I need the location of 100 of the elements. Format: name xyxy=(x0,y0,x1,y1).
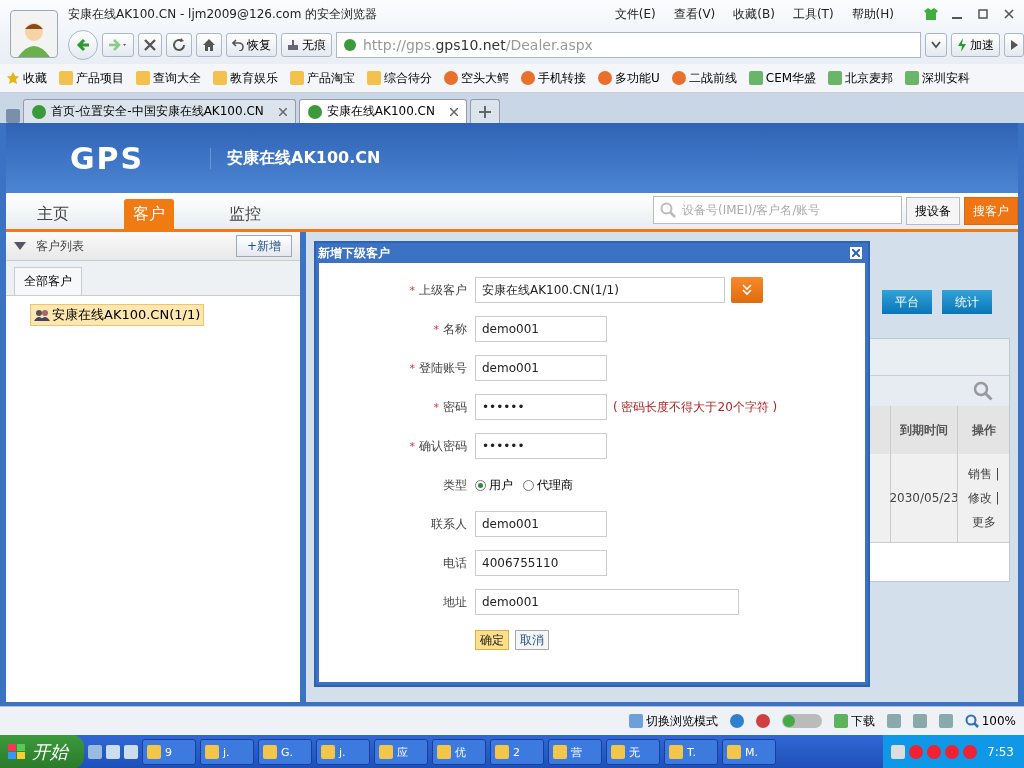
refresh-button[interactable] xyxy=(166,33,192,57)
refresh-icon xyxy=(172,38,186,52)
go-button[interactable] xyxy=(1004,33,1024,57)
bookmark-item[interactable]: 产品淘宝 xyxy=(290,69,355,87)
bookmark-item[interactable]: 北京麦邦 xyxy=(828,69,894,87)
close-icon xyxy=(144,39,156,51)
bookmark-item[interactable]: 综合待分 xyxy=(367,69,432,87)
taskbar-button[interactable]: 应 xyxy=(374,739,428,765)
home-button[interactable] xyxy=(196,33,222,57)
taskbar-button[interactable]: j. xyxy=(200,739,254,765)
field-label: 确认密码 xyxy=(419,437,467,455)
taskbar-button[interactable]: T. xyxy=(664,739,718,765)
required-mark: * xyxy=(409,283,415,297)
start-button[interactable]: 开始 xyxy=(0,735,84,768)
field-label: 地址 xyxy=(443,593,467,611)
parent-customer-select[interactable]: 安康在线AK100.CN(1/1) xyxy=(475,277,725,303)
arrow-left-icon xyxy=(75,37,91,53)
taskbar-button[interactable]: 营 xyxy=(548,739,602,765)
taskbar-button[interactable]: 2 xyxy=(490,739,544,765)
bookmark-item[interactable]: 产品项目 xyxy=(59,69,124,87)
menu-item[interactable]: 帮助(H) xyxy=(851,5,894,23)
minimize-icon xyxy=(952,17,962,19)
menu-item[interactable]: 文件(E) xyxy=(614,5,656,23)
dialog-button[interactable]: 取消 xyxy=(515,630,549,650)
restore-button[interactable]: 恢复 xyxy=(226,33,277,57)
new-tab-button[interactable] xyxy=(469,99,500,123)
text-field[interactable]: •••••• xyxy=(475,394,607,420)
dialog-title: 新增下级客户 xyxy=(318,244,390,262)
radio-option[interactable]: 代理商 xyxy=(523,476,573,494)
plus-icon xyxy=(478,105,491,118)
close-button[interactable] xyxy=(1002,8,1016,20)
clock: 7:53 xyxy=(987,745,1014,759)
browser-tab[interactable]: 首页-位置安全-中国安康在线AK100.CN xyxy=(23,99,296,123)
maximize-button[interactable] xyxy=(976,8,990,20)
text-field[interactable]: 4006755110 xyxy=(475,550,607,576)
text-field[interactable]: demo001 xyxy=(475,589,739,615)
maximize-icon xyxy=(978,9,988,19)
row-actions[interactable]: 销售 | 修改 | 更多 xyxy=(957,454,1009,542)
close-icon[interactable] xyxy=(449,107,458,116)
dropdown-button[interactable] xyxy=(925,33,947,57)
window-title: 安康在线AK100.CN - ljm2009@126.com 的安全浏览器 xyxy=(68,5,379,23)
windows-logo-icon xyxy=(8,744,26,760)
taskbar-button[interactable]: G. xyxy=(258,739,312,765)
action-button[interactable]: 统计 xyxy=(942,290,992,314)
bookmark-item[interactable]: 空头大鳄 xyxy=(444,69,509,87)
field-label: 联系人 xyxy=(431,515,467,533)
people-icon xyxy=(34,309,50,321)
sidebar-tab[interactable]: 全部客户 xyxy=(14,267,82,295)
zoom-button[interactable]: 100% xyxy=(964,714,1016,728)
user-avatar[interactable] xyxy=(10,10,58,58)
text-field[interactable]: •••••• xyxy=(475,433,607,459)
logo: GPS xyxy=(70,140,146,176)
field-label: 电话 xyxy=(443,554,467,572)
action-button[interactable]: 平台 xyxy=(882,290,932,314)
field-label: 密码 xyxy=(443,398,467,416)
close-icon[interactable] xyxy=(278,107,287,116)
shirt-icon[interactable] xyxy=(924,8,938,20)
back-button[interactable] xyxy=(68,30,98,60)
menu-item[interactable]: 收藏(B) xyxy=(733,5,775,23)
bookmark-item[interactable]: CEM华盛 xyxy=(748,69,817,87)
required-mark: * xyxy=(409,439,415,453)
taskbar-button[interactable]: 无 xyxy=(606,739,660,765)
browse-mode-button[interactable]: 切换浏览模式 xyxy=(628,712,718,730)
bookmark-item[interactable]: 教育娱乐 xyxy=(213,69,278,87)
text-field[interactable]: demo001 xyxy=(475,511,607,537)
menu-item[interactable]: 查看(V) xyxy=(673,5,716,23)
bookmark-item[interactable]: 二战前线 xyxy=(671,69,737,87)
speedup-button[interactable]: 加速 xyxy=(951,33,1000,57)
nav-tab[interactable]: 主页 xyxy=(28,199,78,229)
search-button[interactable]: 搜设备 xyxy=(906,197,960,225)
bookmark-item[interactable]: 手机转接 xyxy=(521,69,586,87)
dialog-button[interactable]: 确定 xyxy=(475,630,509,650)
lightning-icon xyxy=(957,38,967,52)
required-mark: * xyxy=(433,322,439,336)
bookmark-item[interactable]: 查询大全 xyxy=(136,69,201,87)
radio-option[interactable]: 用户 xyxy=(475,476,513,494)
add-button[interactable]: +新增 xyxy=(235,235,292,257)
taskbar-button[interactable]: j. xyxy=(316,739,370,765)
menu-item[interactable]: 工具(T) xyxy=(792,5,834,23)
stop-button[interactable] xyxy=(138,33,162,57)
star-icon xyxy=(6,71,20,85)
toggle-icon[interactable] xyxy=(781,714,822,728)
taskbar-button[interactable]: 9 xyxy=(142,739,196,765)
tree-node[interactable]: 安康在线AK100.CN(1/1) xyxy=(30,304,205,326)
collapse-icon[interactable] xyxy=(14,242,26,250)
magnifier-icon xyxy=(964,714,979,728)
text-field[interactable]: demo001 xyxy=(475,355,607,381)
browser-tab[interactable]: 安康在线AK100.CN xyxy=(298,99,467,123)
close-button[interactable] xyxy=(850,247,862,259)
taskbar-button[interactable]: 优 xyxy=(432,739,486,765)
home-icon xyxy=(202,38,216,52)
incognito-button[interactable]: 无痕 xyxy=(281,33,332,57)
text-field[interactable]: demo001 xyxy=(475,316,607,342)
bookmark-item[interactable]: 深圳安科 xyxy=(905,69,971,87)
favorites-button[interactable]: 收藏 xyxy=(6,69,47,87)
taskbar-button[interactable]: M. xyxy=(722,739,776,765)
address-bar[interactable]: http://gps.gps10.net/Dealer.aspx xyxy=(336,32,921,58)
bookmark-item[interactable]: 多功能U xyxy=(598,69,660,87)
nav-tab[interactable]: 监控 xyxy=(220,199,270,229)
download-button[interactable]: 下载 xyxy=(833,712,875,730)
